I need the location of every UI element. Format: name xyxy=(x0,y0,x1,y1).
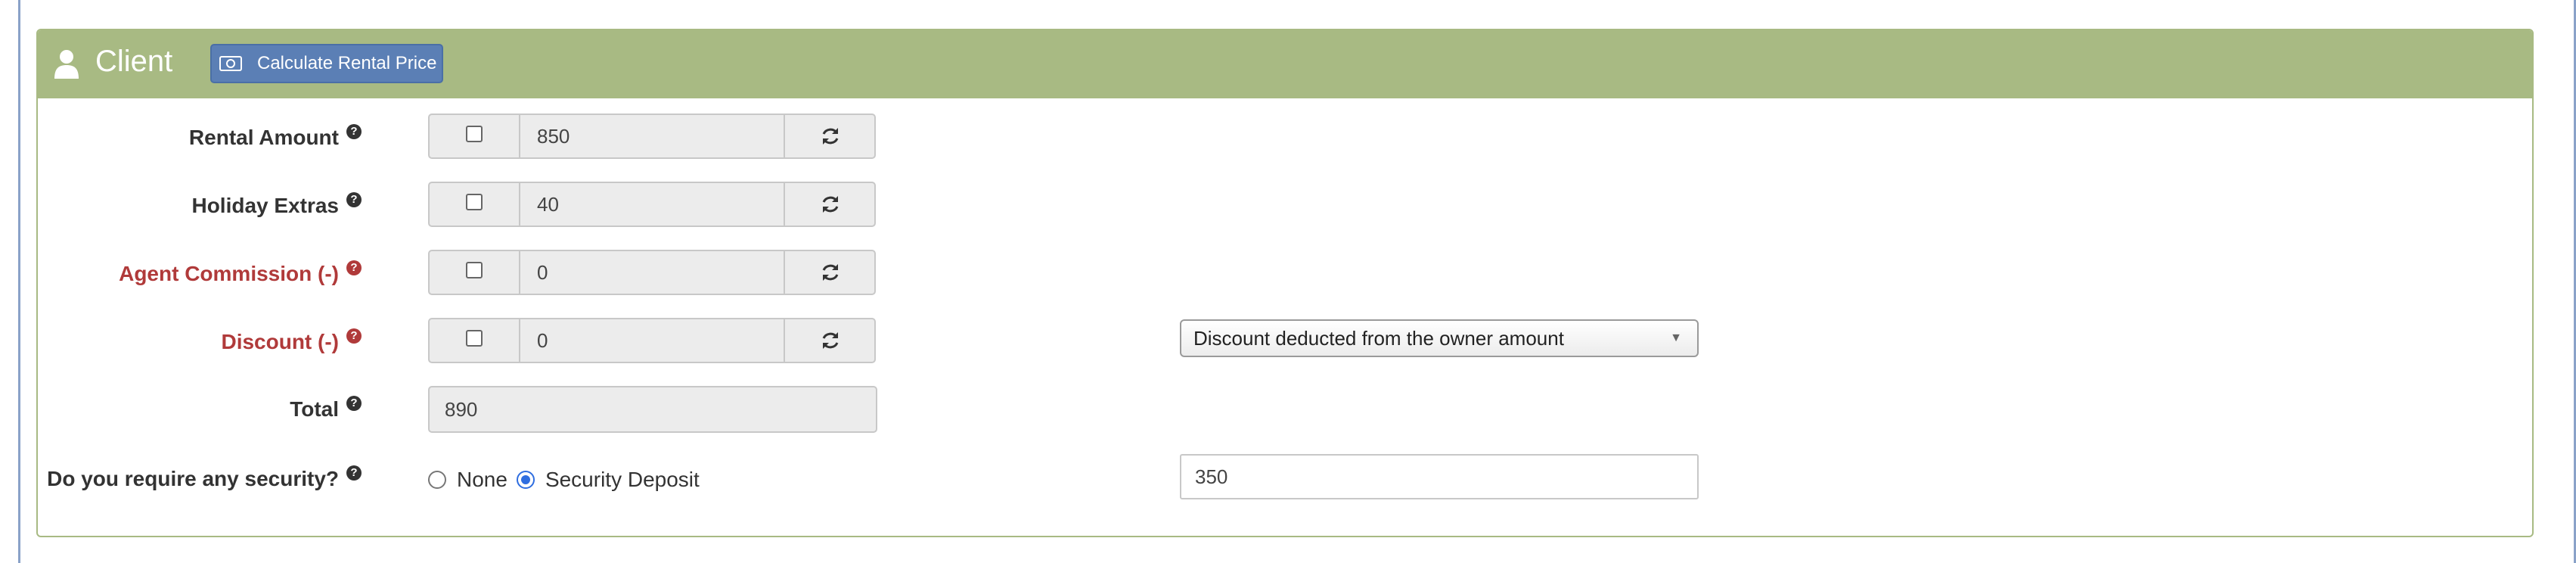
discount-group: 0 xyxy=(428,318,876,363)
security-none-label: None xyxy=(457,468,507,491)
rental-amount-group: 850 xyxy=(428,114,876,159)
rental-amount-input[interactable]: 850 xyxy=(522,115,785,157)
holiday-extras-group: 40 xyxy=(428,182,876,227)
money-icon xyxy=(219,56,242,71)
help-icon[interactable]: ? xyxy=(346,192,362,207)
security-deposit-label: Security Deposit xyxy=(545,468,700,491)
discount-checkbox-cell xyxy=(430,319,520,362)
rental-amount-label: Rental Amount ? xyxy=(189,123,362,153)
agent-commission-label: Agent Commission (-) ? xyxy=(119,259,362,289)
chevron-down-icon: ▼ xyxy=(1670,331,1682,344)
rental-amount-checkbox-cell xyxy=(430,115,520,157)
security-deposit-input[interactable]: 350 xyxy=(1180,454,1699,499)
help-icon[interactable]: ? xyxy=(346,465,362,481)
security-label: Do you require any security? ? xyxy=(47,464,362,494)
total-value: 890 xyxy=(428,386,877,433)
discount-type-selected: Discount deducted from the owner amount xyxy=(1193,327,1564,350)
total-label-text: Total xyxy=(290,397,339,421)
security-deposit-radio[interactable] xyxy=(516,471,535,489)
help-icon[interactable]: ? xyxy=(346,124,362,139)
discount-type-select[interactable]: Discount deducted from the owner amount … xyxy=(1180,319,1699,357)
holiday-extras-label-text: Holiday Extras xyxy=(191,194,339,217)
security-radio-group: None Security Deposit xyxy=(428,465,700,495)
discount-label-text: Discount (-) xyxy=(221,330,339,353)
agent-commission-input[interactable]: 0 xyxy=(522,251,785,294)
page-frame-left xyxy=(18,0,20,563)
rental-amount-checkbox[interactable] xyxy=(466,126,483,142)
help-icon[interactable]: ? xyxy=(346,396,362,411)
agent-commission-refresh-button[interactable] xyxy=(784,251,874,294)
calculate-rental-price-button[interactable]: Calculate Rental Price xyxy=(210,44,443,83)
user-icon xyxy=(54,50,79,79)
holiday-extras-refresh-button[interactable] xyxy=(784,183,874,226)
total-label: Total ? xyxy=(290,394,362,425)
panel-title: Client xyxy=(95,45,173,78)
discount-checkbox[interactable] xyxy=(466,330,483,347)
refresh-icon xyxy=(822,264,839,281)
holiday-extras-checkbox[interactable] xyxy=(466,194,483,210)
holiday-extras-label: Holiday Extras ? xyxy=(191,191,362,221)
rental-amount-label-text: Rental Amount xyxy=(188,126,339,149)
agent-commission-group: 0 xyxy=(428,250,876,295)
help-icon[interactable]: ? xyxy=(346,328,362,344)
discount-input[interactable]: 0 xyxy=(522,319,785,362)
panel-header: Client Calculate Rental Price xyxy=(38,30,2532,98)
security-none-radio[interactable] xyxy=(428,471,446,489)
refresh-icon xyxy=(822,332,839,349)
agent-commission-checkbox[interactable] xyxy=(466,262,483,278)
security-label-text: Do you require any security? xyxy=(47,467,339,490)
holiday-extras-checkbox-cell xyxy=(430,183,520,226)
agent-commission-label-text: Agent Commission (-) xyxy=(119,262,339,285)
holiday-extras-input[interactable]: 40 xyxy=(522,183,785,226)
refresh-icon xyxy=(822,196,839,213)
discount-label: Discount (-) ? xyxy=(221,327,362,357)
refresh-icon xyxy=(822,128,839,145)
calculate-button-label: Calculate Rental Price xyxy=(257,53,437,73)
rental-amount-refresh-button[interactable] xyxy=(784,115,874,157)
agent-commission-checkbox-cell xyxy=(430,251,520,294)
discount-refresh-button[interactable] xyxy=(784,319,874,362)
help-icon[interactable]: ? xyxy=(346,260,362,275)
